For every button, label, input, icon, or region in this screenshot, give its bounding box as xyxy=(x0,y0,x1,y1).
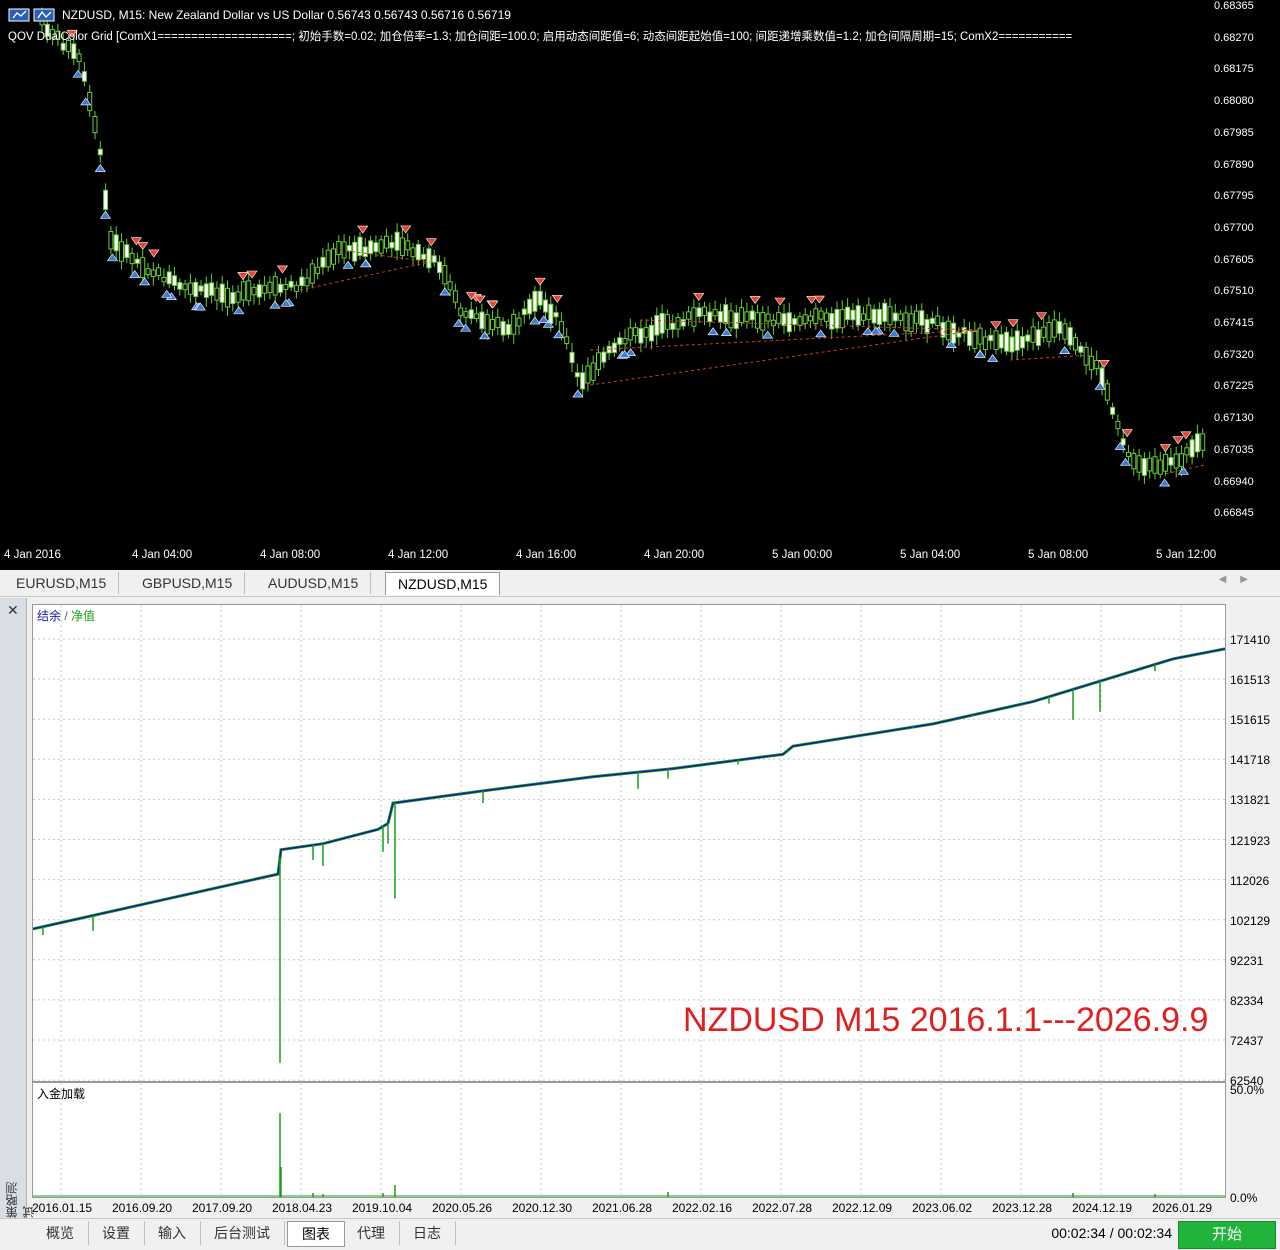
price-tick: 0.68365 xyxy=(1214,0,1254,12)
tab-agents[interactable]: 代理 xyxy=(343,1221,400,1245)
deposit-tick: 50.0% xyxy=(1230,1083,1265,1097)
legend-balance: 结余 xyxy=(37,609,62,623)
equity-tick: 131821 xyxy=(1230,793,1271,808)
equity-legend: 结余 / 净值 xyxy=(37,607,95,624)
time-tick: 4 Jan 12:00 xyxy=(388,549,449,561)
equity-tick: 171410 xyxy=(1230,633,1271,647)
equity-chart[interactable]: 结余 / 净值 NZDUSD M15 2016.1.1---2026.9.9 xyxy=(32,604,1226,1082)
time-tick: 4 Jan 16:00 xyxy=(516,549,577,561)
tab-audusd[interactable]: AUDUSD,M15 xyxy=(256,572,372,594)
date-tick: 2026.01.29 xyxy=(1152,1201,1213,1215)
time-tick: 5 Jan 12:00 xyxy=(1156,549,1217,561)
indicator-label: QOV DualColor Grid [ComX1===============… xyxy=(8,31,1073,43)
tab-journal[interactable]: 日志 xyxy=(399,1221,456,1245)
deposit-plot xyxy=(33,1083,1225,1197)
price-tick: 0.67130 xyxy=(1214,412,1254,425)
equity-tick: 82334 xyxy=(1230,993,1264,1008)
symbol-tab-bar: EURUSD,M15 GBPUSD,M15 AUDUSD,M15 NZDUSD,… xyxy=(0,570,1280,597)
price-tick: 0.68080 xyxy=(1214,95,1254,108)
price-axis[interactable]: 0.68365 0.68270 0.68175 0.68080 0.67985 0.678… xyxy=(1210,0,1280,545)
time-tick: 4 Jan 04:00 xyxy=(132,549,193,561)
elapsed-timer: 00:02:34 / 00:02:34 xyxy=(1051,1225,1172,1241)
deposit-load-label: 入金加载 xyxy=(37,1087,86,1101)
tab-settings[interactable]: 设置 xyxy=(88,1221,145,1245)
tester-tab-bar: 概览 设置 输入 后台测试 图表 代理 日志 00:02:34 / 00:02:… xyxy=(0,1218,1280,1249)
time-tick: 5 Jan 08:00 xyxy=(1028,549,1089,561)
tab-graph[interactable]: 图表 xyxy=(287,1221,345,1247)
date-tick: 2018.04.23 xyxy=(272,1201,333,1215)
time-tick: 5 Jan 04:00 xyxy=(900,549,961,561)
price-tick: 0.67890 xyxy=(1214,158,1254,171)
price-tick: 0.67320 xyxy=(1214,348,1254,361)
scroll-left-icon[interactable]: ◀ xyxy=(1219,574,1241,585)
price-tick: 0.66845 xyxy=(1214,507,1254,520)
deposit-tick: 0.0% xyxy=(1230,1191,1258,1205)
tester-side-strip: ✕ 策略测试 xyxy=(0,598,36,1218)
test-period-annotation: NZDUSD M15 2016.1.1---2026.9.9 xyxy=(683,1001,1209,1039)
price-tick: 0.67795 xyxy=(1214,190,1254,203)
legend-equity: 净值 xyxy=(71,609,96,623)
date-tick: 2016.01.15 xyxy=(32,1201,93,1215)
tab-scroll-arrows[interactable]: ◀▶ xyxy=(1219,574,1262,585)
tab-gbpusd[interactable]: GBPUSD,M15 xyxy=(130,572,246,594)
tab-nzdusd[interactable]: NZDUSD,M15 xyxy=(385,572,501,595)
price-chart[interactable]: NZDUSD, M15: New Zealand Dollar vs US Do… xyxy=(0,0,1280,570)
equity-tick: 92231 xyxy=(1230,953,1264,968)
price-tick: 0.67510 xyxy=(1214,285,1254,298)
tab-eurusd[interactable]: EURUSD,M15 xyxy=(4,572,120,594)
date-tick: 2020.05.26 xyxy=(432,1201,493,1215)
price-tick: 0.67415 xyxy=(1214,317,1254,329)
equity-tick: 102129 xyxy=(1230,913,1271,928)
candlestick-plot[interactable] xyxy=(0,0,1210,545)
equity-tick: 151615 xyxy=(1230,713,1271,728)
price-tick: 0.67035 xyxy=(1214,443,1254,456)
deposit-load-chart[interactable]: 入金加载 xyxy=(32,1082,1226,1198)
equity-tick: 112026 xyxy=(1230,873,1270,888)
strategy-tester-panel: ✕ 策略测试 结余 / 净值 NZDUSD M15 2016.1.1---202… xyxy=(0,598,1280,1250)
scroll-right-icon[interactable]: ▶ xyxy=(1240,574,1262,585)
chart-window-icon xyxy=(8,8,55,22)
time-tick: 4 Jan 08:00 xyxy=(260,549,321,561)
close-icon[interactable]: ✕ xyxy=(7,602,19,619)
time-tick: 4 Jan 2016 xyxy=(4,549,61,561)
date-tick: 2019.10.04 xyxy=(352,1201,413,1215)
price-tick: 0.67605 xyxy=(1214,253,1254,266)
date-tick: 2023.12.28 xyxy=(992,1201,1053,1215)
equity-tick: 141718 xyxy=(1230,753,1271,768)
date-tick: 2024.12.19 xyxy=(1072,1201,1133,1215)
chart-title: NZDUSD, M15: New Zealand Dollar vs US Do… xyxy=(62,8,511,22)
price-tick: 0.68270 xyxy=(1214,31,1254,44)
time-tick: 4 Jan 20:00 xyxy=(644,549,705,561)
date-tick: 2021.06.28 xyxy=(592,1201,653,1215)
tab-backtest[interactable]: 后台测试 xyxy=(200,1221,285,1245)
date-tick: 2022.07.28 xyxy=(752,1201,813,1215)
price-tick: 0.66940 xyxy=(1214,475,1254,488)
equity-tick: 121923 xyxy=(1230,833,1271,848)
price-tick: 0.67700 xyxy=(1214,221,1254,234)
date-tick: 2022.02.16 xyxy=(672,1201,733,1215)
date-tick: 2020.12.30 xyxy=(512,1201,573,1215)
price-tick: 0.67225 xyxy=(1214,380,1254,393)
price-tick: 0.67985 xyxy=(1214,126,1254,139)
date-tick: 2016.09.20 xyxy=(112,1201,173,1215)
start-button[interactable]: 开始 xyxy=(1178,1221,1276,1249)
date-tick: 2017.09.20 xyxy=(192,1201,253,1215)
equity-tick: 161513 xyxy=(1230,673,1271,688)
tester-vertical-label: 策略测试 xyxy=(5,1182,36,1218)
legend-separator: / xyxy=(61,609,72,623)
tab-inputs[interactable]: 输入 xyxy=(144,1221,201,1245)
equity-tick: 72437 xyxy=(1230,1034,1264,1048)
tab-overview[interactable]: 概览 xyxy=(32,1221,89,1245)
price-tick: 0.68175 xyxy=(1214,63,1254,76)
date-tick: 2022.12.09 xyxy=(832,1201,893,1215)
time-tick: 5 Jan 00:00 xyxy=(772,549,833,561)
date-tick: 2023.06.02 xyxy=(912,1201,973,1215)
